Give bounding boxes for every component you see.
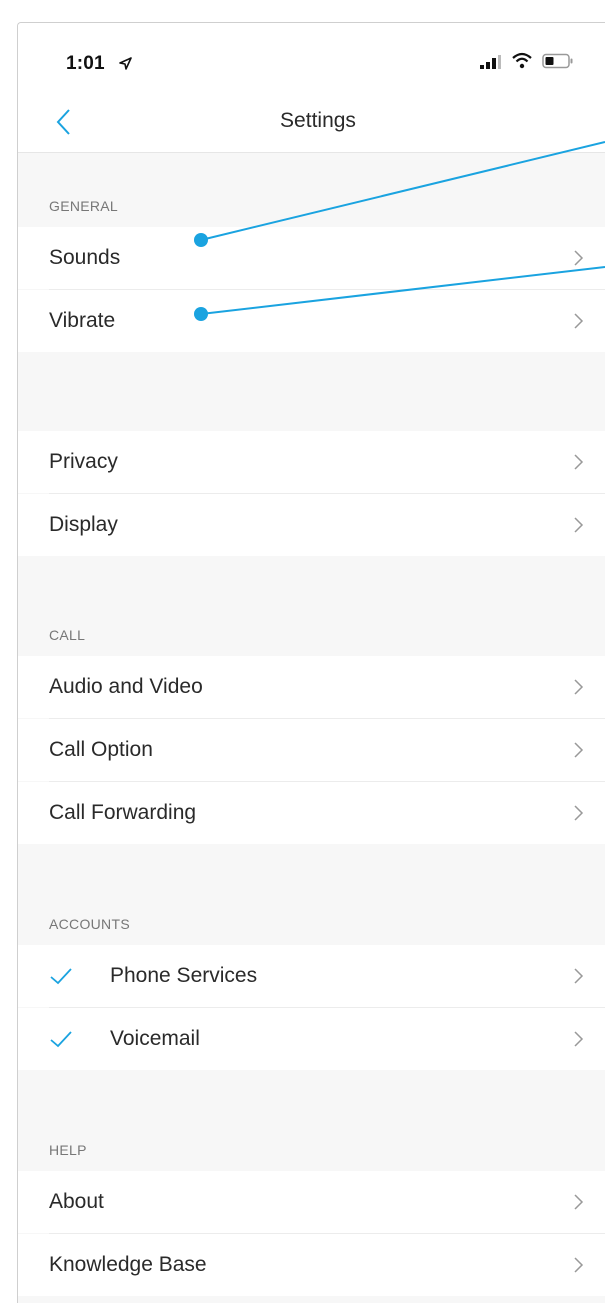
row-label: About — [49, 1190, 104, 1213]
cellular-signal-icon — [480, 55, 501, 69]
chevron-right-icon — [574, 679, 584, 695]
chevron-right-icon — [574, 1194, 584, 1210]
settings-row-phone-services[interactable]: Phone Services — [18, 945, 605, 1007]
navigation-bar: Settings — [18, 93, 605, 153]
settings-row-privacy[interactable]: Privacy — [18, 431, 605, 493]
row-label: Audio and Video — [49, 675, 203, 698]
battery-icon — [542, 53, 573, 69]
chevron-right-icon — [574, 968, 584, 984]
settings-row-sounds[interactable]: Sounds — [18, 227, 605, 289]
row-label: Vibrate — [49, 309, 116, 332]
settings-row-call-option[interactable]: Call Option — [18, 719, 605, 781]
status-bar: 1:01 — [18, 23, 605, 93]
section-header-help: HELP — [49, 1142, 87, 1158]
chevron-right-icon — [574, 1257, 584, 1273]
row-label: Knowledge Base — [49, 1253, 207, 1276]
row-label: Voicemail — [110, 1027, 200, 1050]
row-label: Call Forwarding — [49, 801, 197, 824]
settings-row-knowledge-base[interactable]: Knowledge Base — [18, 1234, 605, 1296]
location-arrow-icon — [119, 57, 132, 70]
settings-row-about[interactable]: About — [18, 1171, 605, 1233]
section-header-accounts: ACCOUNTS — [49, 916, 130, 932]
row-label: Phone Services — [110, 964, 258, 987]
checkmark-icon — [50, 968, 72, 985]
checkmark-icon — [50, 1031, 72, 1048]
settings-row-audio-video[interactable]: Audio and Video — [18, 656, 605, 718]
settings-row-display[interactable]: Display — [18, 494, 605, 556]
row-label: Privacy — [49, 450, 118, 473]
chevron-right-icon — [574, 454, 584, 470]
phone-frame: 1:01 Settings GENERAL Sounds Vibrate Pri… — [17, 22, 605, 1303]
page-title: Settings — [18, 109, 605, 133]
settings-row-vibrate[interactable]: Vibrate — [18, 290, 605, 352]
status-time: 1:01 — [66, 53, 105, 74]
row-label: Sounds — [49, 246, 121, 269]
section-header-call: CALL — [49, 627, 86, 643]
chevron-right-icon — [574, 742, 584, 758]
page-title-text: Settings — [280, 109, 356, 132]
section-header-general: GENERAL — [49, 198, 119, 214]
chevron-right-icon — [574, 517, 584, 533]
row-label: Display — [49, 513, 118, 536]
chevron-right-icon — [574, 1031, 584, 1047]
chevron-right-icon — [574, 250, 584, 266]
chevron-right-icon — [574, 313, 584, 329]
chevron-right-icon — [574, 805, 584, 821]
row-label: Call Option — [49, 738, 153, 761]
wifi-icon — [512, 52, 532, 69]
settings-row-call-forwarding[interactable]: Call Forwarding — [18, 782, 605, 844]
settings-row-voicemail[interactable]: Voicemail — [18, 1008, 605, 1070]
